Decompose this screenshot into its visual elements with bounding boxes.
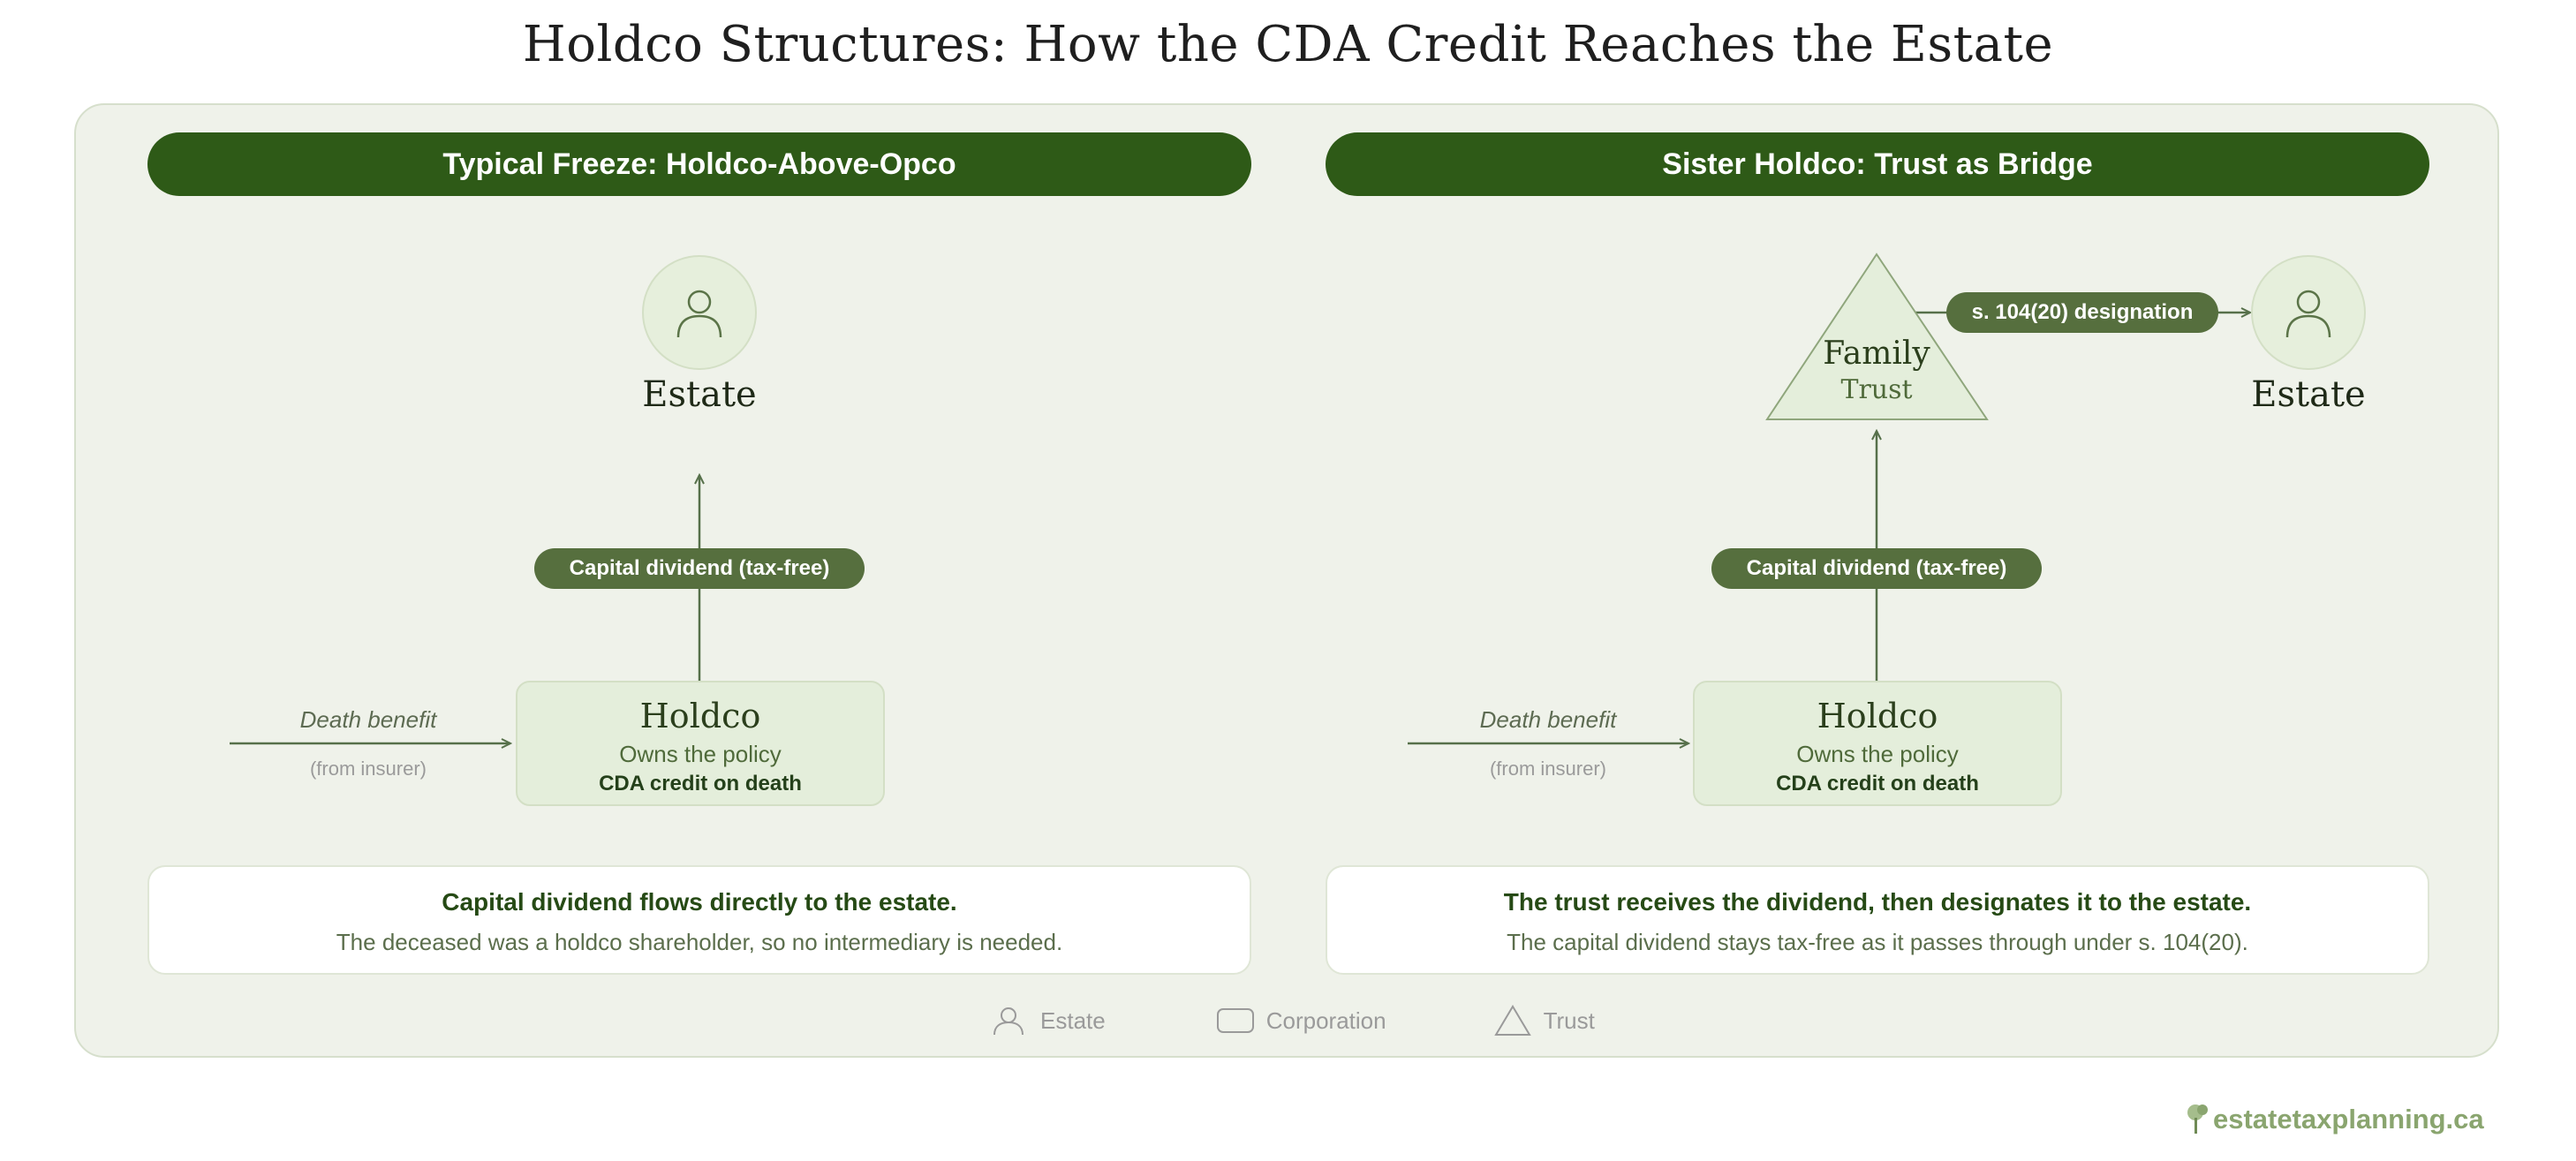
trust-label-line1: Family xyxy=(1823,335,1930,372)
right-note-heading: The trust receives the dividend, then de… xyxy=(1503,888,2252,916)
person-icon xyxy=(2285,290,2331,338)
right-capital-dividend-pill: Capital dividend (tax-free) xyxy=(1711,548,2042,589)
tree-icon xyxy=(2183,1102,2211,1137)
left-section-header: Typical Freeze: Holdco-Above-Opco xyxy=(147,132,1251,196)
right-from-insurer-label: (from insurer) xyxy=(1489,758,1606,780)
left-holdco-line2: CDA credit on death xyxy=(599,772,802,795)
legend-trust-icon xyxy=(1493,1005,1531,1037)
left-note-body: The deceased was a holdco shareholder, s… xyxy=(336,929,1063,955)
left-holdco-line1: Owns the policy xyxy=(619,741,782,767)
legend-estate-label: Estate xyxy=(1040,1006,1106,1034)
left-from-insurer-label: (from insurer) xyxy=(309,758,427,780)
legend-estate-icon xyxy=(991,1005,1026,1037)
left-summary-note: Capital dividend flows directly to the e… xyxy=(147,865,1251,975)
brand-logo[interactable]: estatetaxplanning.ca xyxy=(2183,1102,2484,1137)
right-summary-note: The trust receives the dividend, then de… xyxy=(1326,865,2429,975)
right-holdco-node: Holdco Owns the policy CDA credit on dea… xyxy=(1693,681,2062,806)
right-holdco-line1: Owns the policy xyxy=(1796,741,1959,767)
legend-corporation-label: Corporation xyxy=(1265,1006,1386,1034)
right-holdco-name: Holdco xyxy=(1817,697,1938,735)
right-section-header: Sister Holdco: Trust as Bridge xyxy=(1326,132,2429,196)
trust-label-line2: Trust xyxy=(1840,374,1913,405)
left-capital-dividend-pill: Capital dividend (tax-free) xyxy=(534,548,865,589)
brand-text: estatetaxplanning.ca xyxy=(2213,1104,2484,1135)
person-icon xyxy=(676,290,722,338)
left-note-heading: Capital dividend flows directly to the e… xyxy=(442,888,957,916)
right-holdco-line2: CDA credit on death xyxy=(1776,772,1979,795)
right-note-body: The capital dividend stays tax-free as i… xyxy=(1507,929,2248,955)
left-estate-label: Estate xyxy=(642,374,757,415)
right-estate-node xyxy=(2251,255,2366,370)
legend: Estate Corporation Trust xyxy=(991,1005,1595,1037)
left-death-benefit-label: Death benefit xyxy=(299,706,437,733)
left-holdco-name: Holdco xyxy=(639,697,761,735)
legend-corporation-icon xyxy=(1216,1008,1254,1033)
designation-pill: s. 104(20) designation xyxy=(1946,292,2218,333)
legend-trust-label: Trust xyxy=(1543,1006,1595,1034)
right-death-benefit-label: Death benefit xyxy=(1479,706,1617,733)
left-estate-node xyxy=(642,255,757,370)
left-holdco-node: Holdco Owns the policy CDA credit on dea… xyxy=(516,681,885,806)
right-estate-label: Estate xyxy=(2251,374,2366,415)
